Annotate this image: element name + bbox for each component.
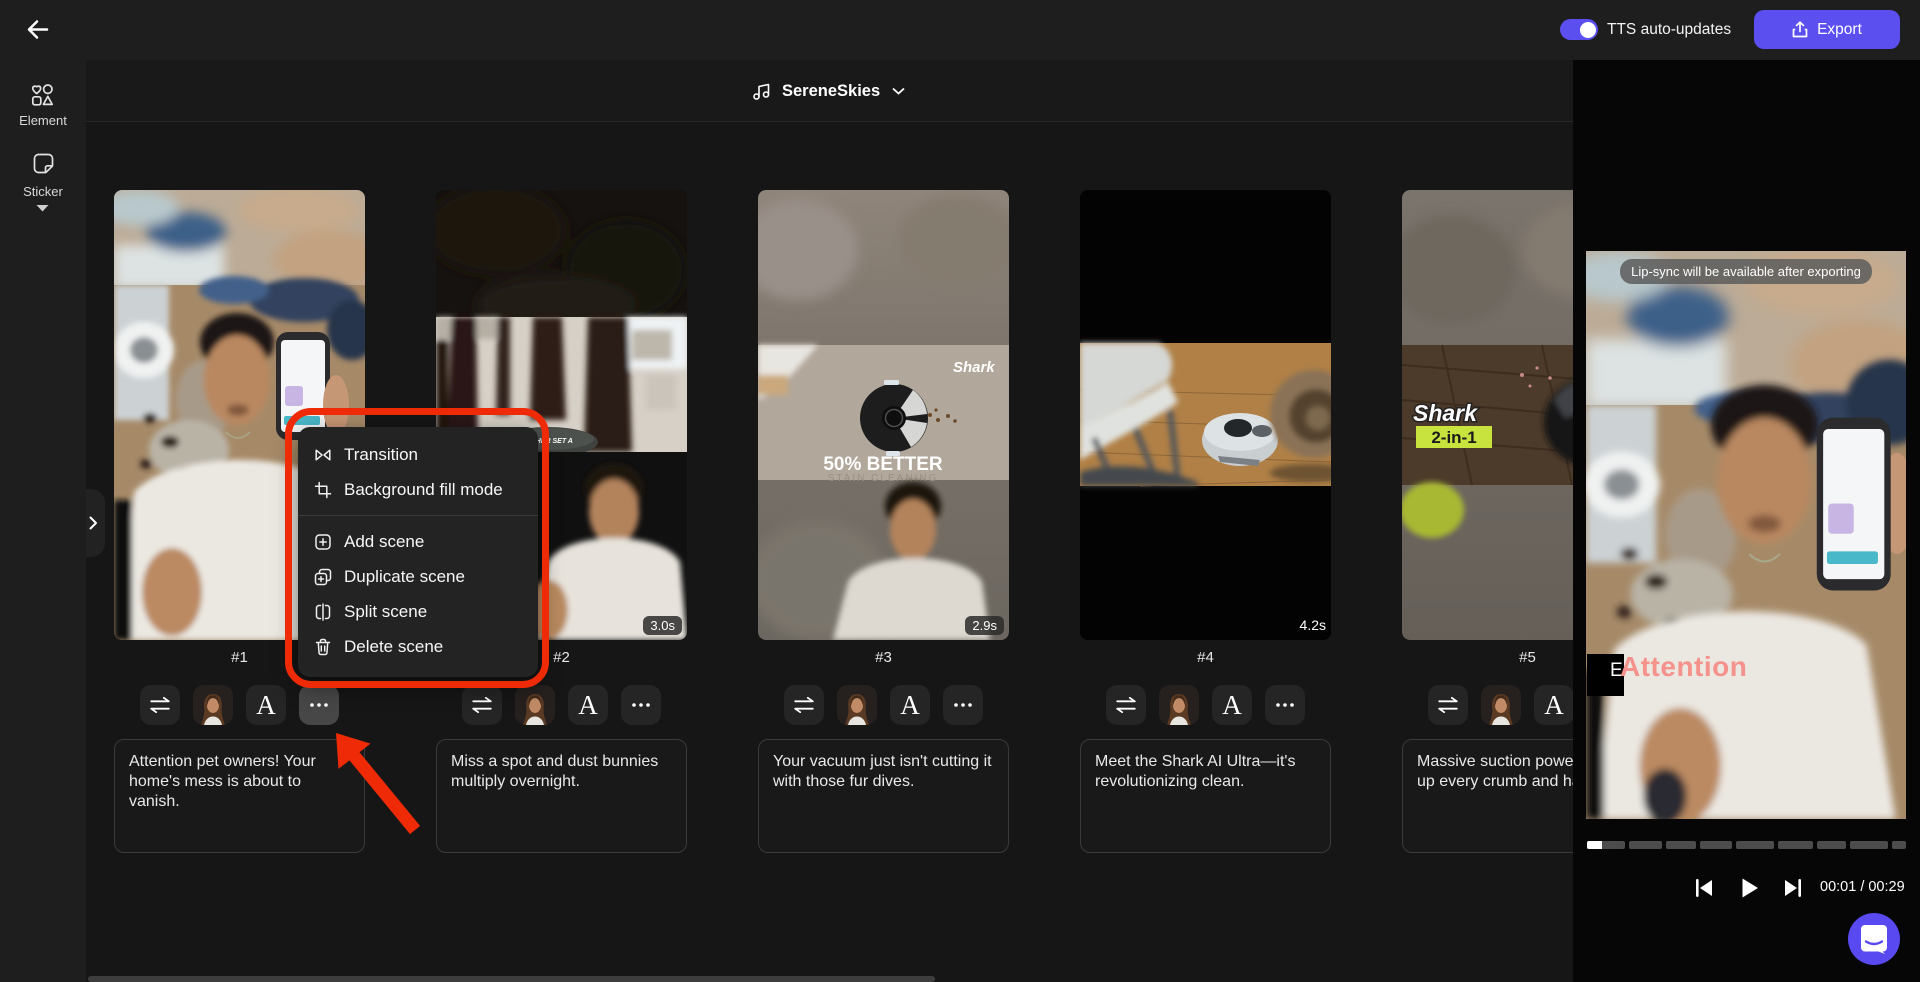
svg-text:2-in-1: 2-in-1 (1431, 428, 1476, 447)
svg-text:4.2s: 4.2s (1300, 617, 1326, 633)
svg-text:Shark: Shark (953, 359, 995, 376)
svg-text:50% BETTER: 50% BETTER (823, 454, 943, 475)
svg-text:STAIN CLEANING: STAIN CLEANING (828, 473, 939, 484)
svg-text:Shark: Shark (1413, 400, 1478, 426)
